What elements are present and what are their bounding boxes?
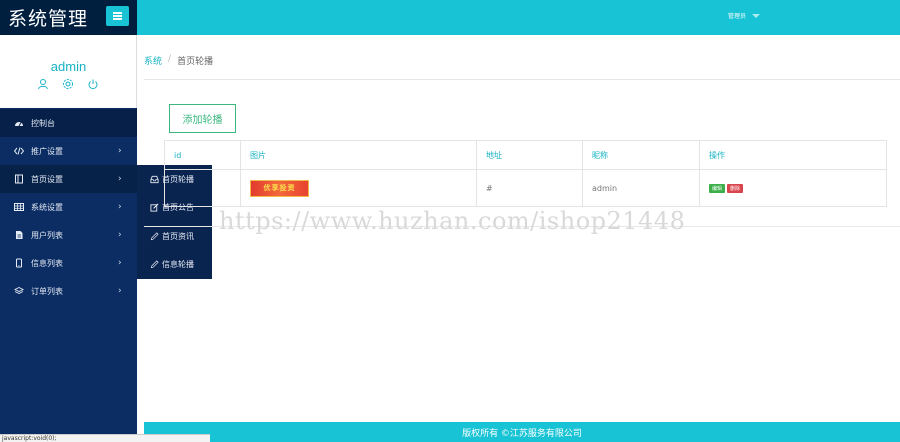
carousel-table: id 图片 地址 昵称 操作 优享投资 # admin 编辑 删除 [164, 140, 887, 207]
column-header-nickname: 昵称 [583, 141, 700, 169]
breadcrumb: 系统 / 首页轮播 [144, 54, 213, 67]
cell-actions: 编辑 删除 [700, 170, 886, 206]
chevron-right-icon: › [118, 146, 122, 156]
user-dropdown[interactable]: 管理员 [728, 11, 761, 20]
footer: 版权所有 ©江苏服务有限公司 [144, 422, 900, 442]
profile-actions [37, 78, 99, 90]
chevron-right-icon: › [118, 202, 122, 212]
breadcrumb-root-link[interactable]: 系统 [144, 54, 162, 67]
app-title: 系统管理 [8, 9, 89, 30]
column-header-image: 图片 [241, 141, 477, 169]
sidebar-item-label: 首页设置 [31, 174, 63, 184]
cell-id [165, 170, 241, 206]
sidebar-item-home-settings[interactable]: 首页设置 › [0, 165, 137, 193]
inbox-icon [150, 174, 160, 184]
sidebar-item-info[interactable]: 信息列表 › [0, 249, 137, 277]
layers-icon [14, 286, 24, 296]
sidebar-item-users[interactable]: 用户列表 › [0, 221, 137, 249]
table-row: 优享投资 # admin 编辑 删除 [165, 170, 886, 206]
menu-toggle-button[interactable] [106, 6, 129, 26]
user-icon[interactable] [37, 78, 49, 90]
caret-down-icon [752, 13, 761, 18]
edit-button[interactable]: 编辑 [709, 183, 726, 193]
sidebar-item-label: 系统设置 [31, 202, 63, 212]
submenu-item-info-carousel[interactable]: 信息轮播 [137, 251, 212, 280]
settings-icon[interactable] [62, 78, 74, 90]
sidebar: admin 控制台 推广设置 › 首页设置 › 系统设置 › 用户列表 › 信息… [0, 35, 137, 442]
sidebar-item-dashboard[interactable]: 控制台 [0, 109, 137, 137]
book-icon [14, 174, 24, 184]
cell-nickname: admin [583, 170, 700, 206]
chevron-right-icon: › [118, 230, 122, 240]
chevron-right-icon: › [118, 174, 122, 184]
breadcrumb-separator: / [168, 54, 172, 64]
hamburger-icon [113, 12, 122, 20]
breadcrumb-current: 首页轮播 [177, 57, 214, 67]
edit-icon [150, 203, 160, 213]
user-menu-label: 管理员 [728, 13, 747, 20]
sidebar-item-label: 订单列表 [31, 286, 63, 296]
sidebar-item-label: 信息列表 [31, 258, 63, 268]
add-carousel-button[interactable]: 添加轮播 [169, 104, 236, 133]
delete-button[interactable]: 删除 [727, 183, 744, 193]
file-icon [14, 230, 24, 240]
profile-panel: admin [0, 35, 137, 108]
sidebar-item-label: 推广设置 [31, 146, 63, 156]
column-header-url: 地址 [477, 141, 583, 169]
pencil-icon [150, 231, 160, 241]
sidebar-item-orders[interactable]: 订单列表 › [0, 277, 137, 305]
divider [144, 79, 900, 80]
power-icon[interactable] [87, 78, 99, 90]
sidebar-item-label: 用户列表 [31, 230, 63, 240]
profile-name: admin [50, 59, 87, 74]
copyright-text: 版权所有 ©江苏服务有限公司 [462, 428, 582, 439]
column-header-id: id [165, 141, 241, 169]
column-header-actions: 操作 [709, 150, 725, 160]
watermark: https://www.huzhan.com/ishop21448 [219, 207, 686, 235]
status-bar-url: javascript:void(0); [0, 434, 210, 442]
chevron-right-icon: › [118, 286, 122, 296]
dashboard-icon [14, 118, 24, 128]
sidebar-nav: 控制台 推广设置 › 首页设置 › 系统设置 › 用户列表 › 信息列表 › 订… [0, 109, 137, 305]
code-icon [14, 146, 24, 156]
tablet-icon [14, 258, 24, 268]
top-header: 系统管理 管理员 [0, 0, 900, 35]
submenu-item-label: 信息轮播 [162, 260, 194, 270]
sidebar-item-label: 控制台 [31, 118, 55, 128]
submenu-item-label: 首页资讯 [162, 231, 194, 241]
sidebar-item-system-settings[interactable]: 系统设置 › [0, 193, 137, 221]
sidebar-item-promotion[interactable]: 推广设置 › [0, 137, 137, 165]
cell-image: 优享投资 [241, 170, 477, 206]
chevron-right-icon: › [118, 258, 122, 268]
banner-thumbnail: 优享投资 [250, 179, 309, 197]
grid-icon [14, 202, 24, 212]
pencil-icon [150, 260, 160, 270]
brand-area: 系统管理 [0, 0, 137, 35]
table-header: id 图片 地址 昵称 操作 [165, 141, 886, 170]
cell-url: # [477, 170, 583, 206]
